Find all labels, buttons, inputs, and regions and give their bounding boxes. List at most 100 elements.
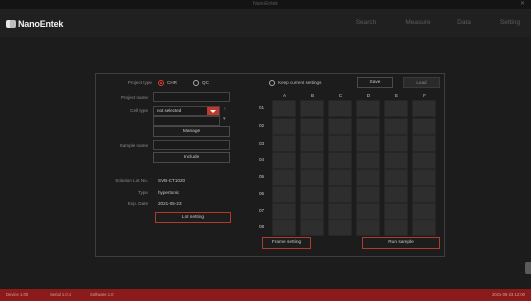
plate-cell-a02[interactable] — [272, 118, 296, 135]
plate-cell-e07[interactable] — [384, 203, 408, 220]
row-label-03: 03 — [259, 141, 265, 146]
manage-button[interactable]: Manage — [153, 126, 230, 137]
plate-cell-d04[interactable] — [356, 152, 380, 169]
radio-qc-label: QC — [202, 80, 209, 85]
plate-cell-e04[interactable] — [384, 152, 408, 169]
plate-cell-a07[interactable] — [272, 203, 296, 220]
radio-chr-label: CHR — [167, 80, 177, 85]
plate-cell-b08[interactable] — [300, 219, 324, 236]
plate-cell-f04[interactable] — [412, 152, 436, 169]
column-header-a: A — [282, 93, 287, 98]
radio-chr[interactable] — [158, 80, 164, 86]
plate-cell-e08[interactable] — [384, 219, 408, 236]
frame-setting-button[interactable]: Frame setting — [262, 237, 311, 249]
plate-cell-c05[interactable] — [328, 169, 352, 186]
project-type-label: Project type — [127, 80, 152, 85]
load-button[interactable]: Load — [403, 77, 440, 88]
plate-cell-e02[interactable] — [384, 118, 408, 135]
plate-cell-a04[interactable] — [272, 152, 296, 169]
cell-type-list[interactable] — [153, 116, 220, 126]
column-header-b: B — [310, 93, 315, 98]
plate-cell-a03[interactable] — [272, 135, 296, 152]
plate-cell-d08[interactable] — [356, 219, 380, 236]
keep-settings-radio[interactable] — [269, 80, 275, 86]
project-name-label: Project name — [120, 95, 148, 100]
status-serial: Serial 1.0.1 — [50, 292, 72, 297]
plate-cell-a01[interactable] — [272, 100, 296, 117]
row-label-01: 01 — [259, 105, 265, 110]
close-icon[interactable]: ✕ — [520, 0, 525, 9]
include-button[interactable]: Include — [153, 152, 230, 163]
plate-cell-d07[interactable] — [356, 203, 380, 220]
plate-cell-a06[interactable] — [272, 186, 296, 203]
plate-cell-d03[interactable] — [356, 135, 380, 152]
tab-measure[interactable]: Measure — [398, 9, 438, 37]
plate-cell-c03[interactable] — [328, 135, 352, 152]
plate-cell-c01[interactable] — [328, 100, 352, 117]
solution-lot-label: Solution Lot No. — [115, 178, 148, 183]
plate-cell-d02[interactable] — [356, 118, 380, 135]
plate-cell-e06[interactable] — [384, 186, 408, 203]
plate-cell-f03[interactable] — [412, 135, 436, 152]
tab-data[interactable]: Data — [448, 9, 480, 37]
type-value: hypertonic — [158, 190, 180, 195]
plate-cell-b06[interactable] — [300, 186, 324, 203]
plate-cell-f02[interactable] — [412, 118, 436, 135]
plate-cell-e01[interactable] — [384, 100, 408, 117]
row-label-07: 07 — [259, 208, 265, 213]
status-bar: Device 1.00 Serial 1.0.1 Software 1.0 20… — [0, 289, 531, 301]
window-titlebar: NanoEntek ✕ — [0, 0, 531, 9]
plate-cell-d06[interactable] — [356, 186, 380, 203]
radio-qc[interactable] — [193, 80, 199, 86]
row-label-04: 04 — [259, 157, 265, 162]
plate-cell-a05[interactable] — [272, 169, 296, 186]
plate-cell-e05[interactable] — [384, 169, 408, 186]
sample-name-input[interactable] — [153, 140, 230, 150]
row-label-08: 08 — [259, 224, 265, 229]
chevron-down-icon[interactable] — [207, 107, 219, 115]
side-panel-handle[interactable] — [525, 262, 531, 274]
app-logo: NanoEntek — [6, 18, 63, 30]
row-label-06: 06 — [259, 191, 265, 196]
plate-cell-f08[interactable] — [412, 219, 436, 236]
plate-cell-b01[interactable] — [300, 100, 324, 117]
plate-cell-b05[interactable] — [300, 169, 324, 186]
plate-cell-b03[interactable] — [300, 135, 324, 152]
plate-cell-e03[interactable] — [384, 135, 408, 152]
window-title: NanoEntek — [253, 1, 278, 7]
project-name-input[interactable] — [153, 92, 230, 102]
type-label: Type — [138, 190, 148, 195]
top-navigation: NanoEntek Search Measure Data Setting — [0, 9, 531, 37]
run-sample-button[interactable]: Run sample — [362, 237, 440, 249]
save-button[interactable]: Save — [357, 77, 393, 88]
plate-cell-c07[interactable] — [328, 203, 352, 220]
plate-cell-b07[interactable] — [300, 203, 324, 220]
app-name: NanoEntek — [18, 19, 64, 29]
cell-type-select[interactable]: not selected — [153, 106, 220, 116]
logo-icon — [6, 19, 16, 29]
plate-cell-b02[interactable] — [300, 118, 324, 135]
plate-cell-a08[interactable] — [272, 219, 296, 236]
tab-setting[interactable]: Setting — [490, 9, 530, 37]
tab-search[interactable]: Search — [348, 9, 384, 37]
plate-cell-c04[interactable] — [328, 152, 352, 169]
plate-cell-c06[interactable] — [328, 186, 352, 203]
plate-cell-f07[interactable] — [412, 203, 436, 220]
plate-cell-f01[interactable] — [412, 100, 436, 117]
caret-down-icon[interactable]: ▾ — [223, 116, 226, 122]
plate-cell-d01[interactable] — [356, 100, 380, 117]
keep-settings-label: Keep current settings — [278, 80, 322, 85]
plate-cell-d05[interactable] — [356, 169, 380, 186]
plate-cell-f06[interactable] — [412, 186, 436, 203]
column-header-e: E — [394, 93, 399, 98]
row-label-05: 05 — [259, 174, 265, 179]
plate-cell-f05[interactable] — [412, 169, 436, 186]
plate-cell-c02[interactable] — [328, 118, 352, 135]
lot-setting-button[interactable]: Lot setting — [155, 212, 231, 223]
exp-date-value: 2021-05-23 — [158, 201, 182, 206]
expand-left-icon[interactable]: ‹ — [224, 106, 226, 112]
status-software: Software 1.0 — [90, 292, 114, 297]
plate-cell-c08[interactable] — [328, 219, 352, 236]
plate-cell-b04[interactable] — [300, 152, 324, 169]
column-header-c: C — [338, 93, 343, 98]
